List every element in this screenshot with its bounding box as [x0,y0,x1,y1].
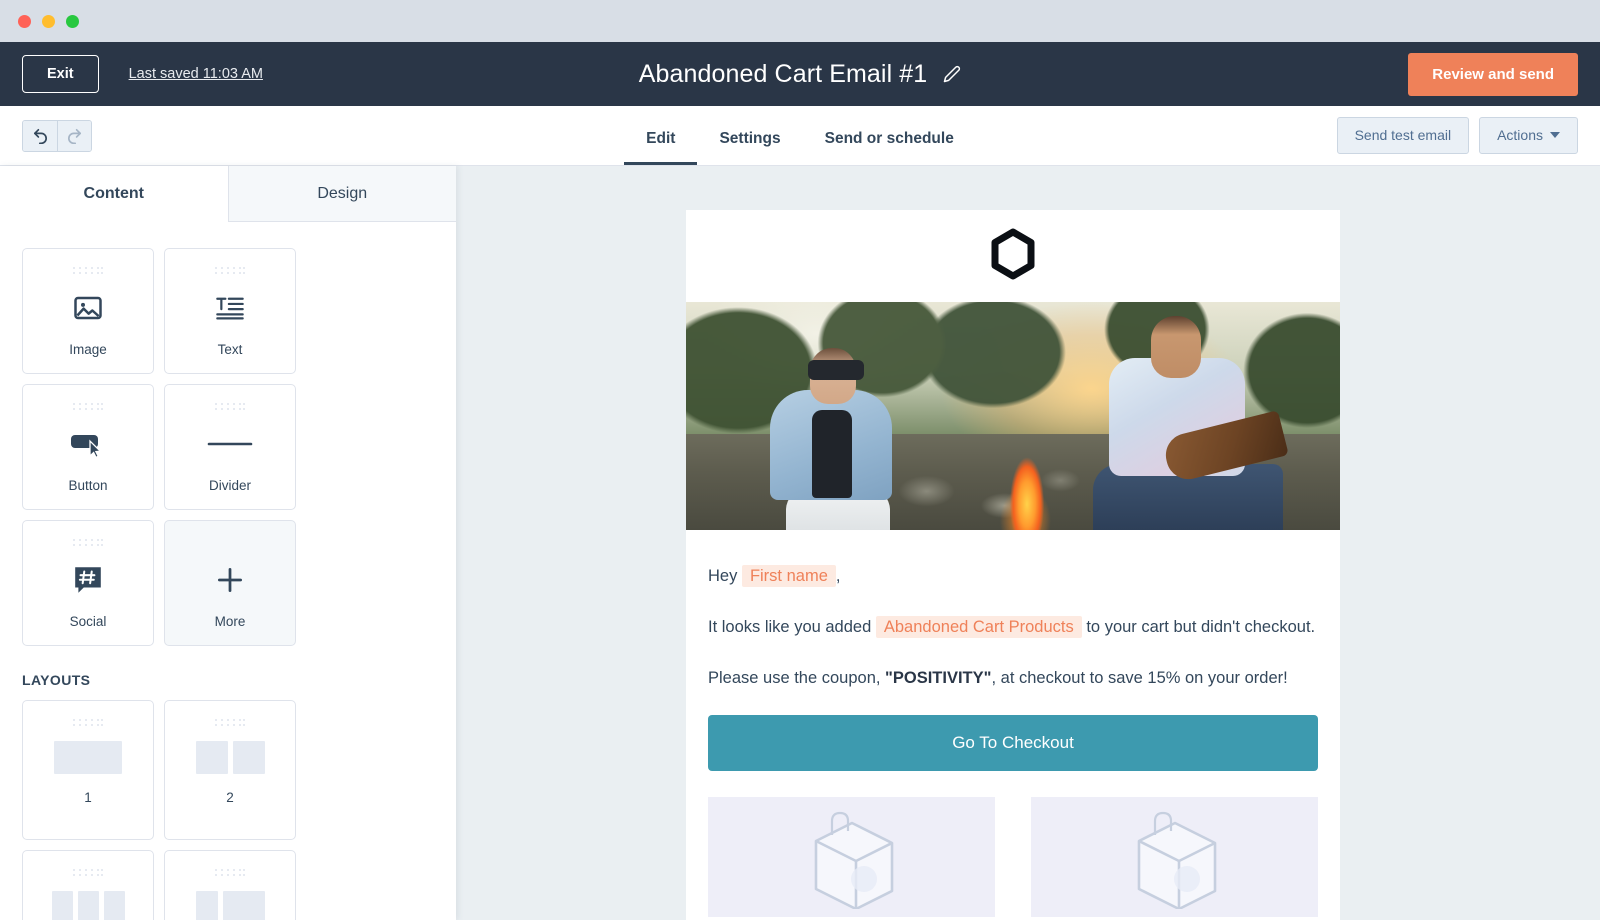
undo-arrow-icon[interactable] [23,121,57,151]
block-card-more[interactable]: More [164,520,296,646]
maximize-window-button[interactable] [66,15,79,28]
drag-handle-icon[interactable] [214,399,246,409]
block-label: Social [70,614,107,645]
block-label: More [215,614,246,645]
review-and-send-button[interactable]: Review and send [1408,53,1578,96]
window-chrome [0,0,1600,42]
minimize-window-button[interactable] [42,15,55,28]
layout-preview [165,725,295,790]
page-title: Abandoned Cart Email #1 [639,60,928,89]
tab-settings[interactable]: Settings [697,130,802,165]
greeting-prefix: Hey [708,567,737,585]
divider-icon [165,409,295,478]
button-icon [23,409,153,478]
block-card-divider[interactable]: Divider [164,384,296,510]
exit-button[interactable]: Exit [22,55,99,94]
layout-preview [165,875,295,920]
drag-handle-icon[interactable] [214,865,246,875]
cart-line-prefix: It looks like you added [708,618,871,636]
last-saved-label[interactable]: Last saved 11:03 AM [129,66,263,82]
chevron-down-icon [1550,132,1560,138]
go-to-checkout-button[interactable]: Go To Checkout [708,715,1318,771]
email-editor-app: Exit Last saved 11:03 AM Abandoned Cart … [0,0,1600,920]
layouts-section-title: LAYOUTS [22,672,434,688]
content-sidebar: Content Design [0,166,456,920]
app-header: Exit Last saved 11:03 AM Abandoned Cart … [0,42,1600,106]
plus-icon [165,545,295,614]
image-icon [23,273,153,342]
editor-toolbar: Edit Settings Send or schedule Send test… [0,106,1600,166]
undo-redo-group [22,120,92,152]
drag-handle-icon[interactable] [72,715,104,725]
layout-card-1-3-2-3[interactable]: 1/3 : 2/3 [164,850,296,920]
hero-man-with-ukulele [1091,315,1301,530]
email-logo-area[interactable] [686,210,1340,302]
close-window-button[interactable] [18,15,31,28]
layout-label: 2 [226,790,234,839]
drag-handle-icon[interactable] [72,865,104,875]
coupon-line-suffix: , at checkout to save 15% on your order! [991,669,1287,687]
actions-dropdown-button[interactable]: Actions [1479,117,1578,154]
coupon-line-prefix: Please use the coupon, [708,669,885,687]
block-label: Text [218,342,243,373]
pencil-icon[interactable] [943,65,961,83]
hero-image[interactable] [686,302,1340,530]
block-card-image[interactable]: Image [22,248,154,374]
drag-handle-icon[interactable] [72,535,104,545]
block-card-social[interactable]: Social [22,520,154,646]
product-placeholder-row [708,797,1318,917]
sidebar-tab-content[interactable]: Content [0,166,228,222]
email-preview[interactable]: Hey First name, It looks like you added … [686,210,1340,920]
social-hashtag-icon [23,545,153,614]
cart-line-suffix: to your cart but didn't checkout. [1086,618,1315,636]
content-blocks-grid: Image [22,248,434,646]
toolbar-right-actions: Send test email Actions [1337,117,1578,154]
block-label: Button [68,478,107,509]
hero-campfire [987,412,1067,530]
tab-send-or-schedule[interactable]: Send or schedule [803,130,976,165]
layout-preview [23,875,153,920]
personalization-token-first-name[interactable]: First name [742,565,836,587]
coupon-code: "POSITIVITY" [885,669,991,687]
email-body: Hey First name, It looks like you added … [686,530,1340,917]
redo-arrow-icon[interactable] [57,121,91,151]
sidebar-body: Image [0,222,456,920]
greeting-suffix: , [836,567,841,585]
block-label: Image [69,342,107,373]
sidebar-tabs: Content Design [0,166,456,222]
drag-handle-icon[interactable] [214,715,246,725]
drag-handle-icon[interactable] [72,399,104,409]
product-placeholder-1[interactable] [708,797,995,917]
layout-label: 1 [84,790,92,839]
block-card-text[interactable]: Text [164,248,296,374]
coupon-line[interactable]: Please use the coupon, "POSITIVITY", at … [708,664,1318,693]
tab-edit[interactable]: Edit [624,130,697,165]
text-icon [165,273,295,342]
hexagon-logo [989,228,1037,285]
drag-handle-icon[interactable] [72,263,104,273]
hero-woman-with-binoculars [764,340,914,530]
editor-body: Content Design [0,166,1600,920]
email-canvas: Hey First name, It looks like you added … [456,166,1600,920]
layouts-grid: 1 2 [22,700,434,920]
send-test-email-button[interactable]: Send test email [1337,117,1470,154]
sidebar-tab-design[interactable]: Design [228,166,457,222]
drag-handle-icon[interactable] [214,263,246,273]
product-placeholder-2[interactable] [1031,797,1318,917]
layout-card-3[interactable]: 3 [22,850,154,920]
greeting-line[interactable]: Hey First name, [708,562,1318,591]
layout-card-2[interactable]: 2 [164,700,296,840]
block-card-button[interactable]: Button [22,384,154,510]
layout-preview [23,725,153,790]
actions-label: Actions [1497,127,1543,144]
block-label: Divider [209,478,251,509]
layout-card-1[interactable]: 1 [22,700,154,840]
cart-line[interactable]: It looks like you added Abandoned Cart P… [708,613,1318,642]
personalization-token-abandoned-cart-products[interactable]: Abandoned Cart Products [876,616,1082,638]
